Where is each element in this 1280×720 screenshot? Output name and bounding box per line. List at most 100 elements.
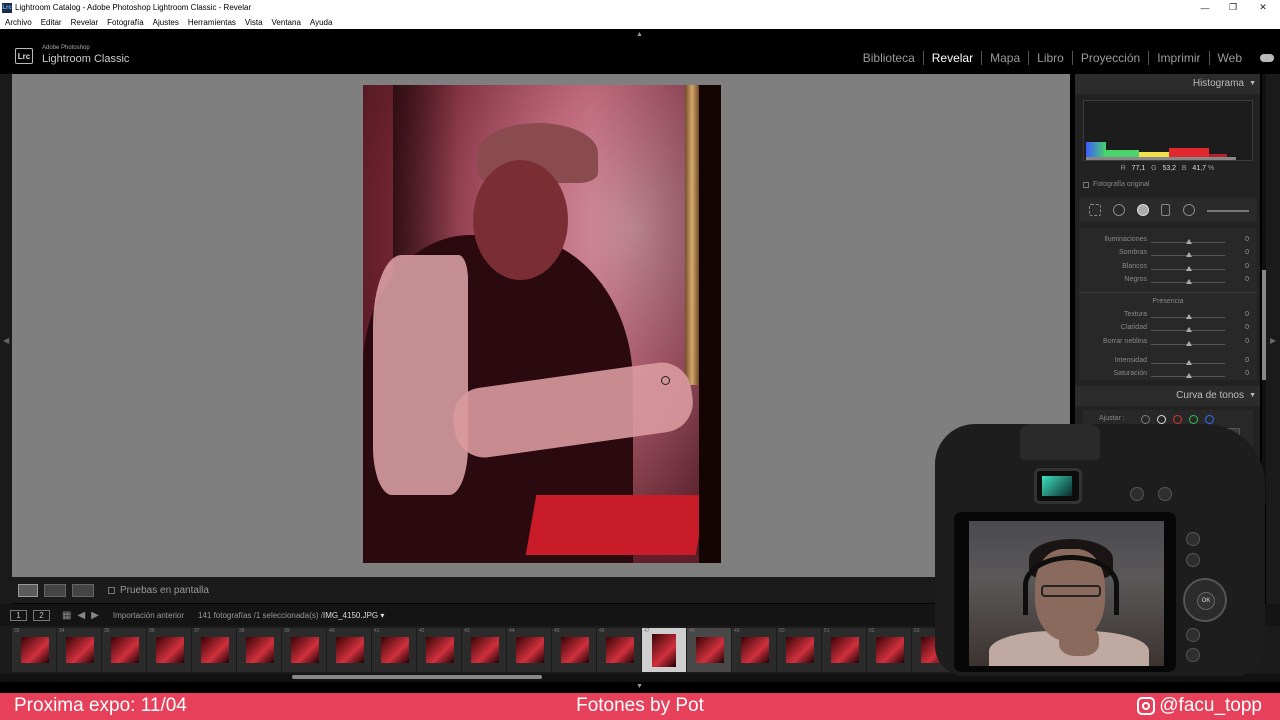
histogram-graph[interactable] [1083, 100, 1253, 161]
menu-ajustes[interactable]: Ajustes [153, 18, 179, 27]
left-panel-gutter[interactable]: ◀ [0, 74, 12, 604]
collapse-triangle-icon[interactable]: ▼ [1249, 386, 1256, 406]
collapse-triangle-icon[interactable]: ▼ [1249, 74, 1256, 94]
filmstrip-source[interactable]: Importación anterior [113, 611, 184, 620]
tone-curve-header[interactable]: Curva de tonos ▼ [1075, 386, 1260, 406]
adjust-slider-row[interactable]: Blancos 0 [1079, 263, 1257, 275]
right-panel-scrollbar[interactable] [1262, 74, 1266, 504]
menu-archivo[interactable]: Archivo [5, 18, 32, 27]
green-channel-icon[interactable] [1189, 415, 1198, 424]
filmstrip-thumbnail[interactable]: 39 [282, 628, 326, 672]
filmstrip-thumbnail[interactable]: 45 [552, 628, 596, 672]
adjust-slider-row[interactable]: Intensidad 0 [1079, 357, 1257, 369]
filmstrip-thumbnail[interactable]: 52 [867, 628, 911, 672]
menu-ventana[interactable]: Ventana [272, 18, 301, 27]
crop-icon[interactable] [1089, 204, 1101, 216]
grid-view-icon[interactable]: ▦ [62, 610, 71, 621]
monitor-2-button[interactable]: 2 [33, 609, 50, 621]
loupe-view-button[interactable] [18, 583, 38, 597]
adjust-slider-row[interactable]: Saturación 0 [1079, 370, 1257, 382]
filmstrip-thumbnail[interactable]: 50 [777, 628, 821, 672]
adjust-slider-row[interactable]: Iluminaciones 0 [1079, 236, 1257, 248]
menu-vista[interactable]: Vista [245, 18, 263, 27]
menu-herramientas[interactable]: Herramientas [188, 18, 236, 27]
filmstrip-thumbnail[interactable]: 37 [192, 628, 236, 672]
graduated-filter-icon[interactable] [1161, 204, 1170, 216]
filmstrip-thumbnail[interactable]: 48 [687, 628, 731, 672]
module-proyeccion[interactable]: Proyección [1073, 51, 1150, 65]
bottom-panel-toggle-icon[interactable]: ▼ [636, 683, 643, 690]
module-imprimir[interactable]: Imprimir [1149, 51, 1210, 65]
slider-value[interactable]: 0 [1245, 263, 1249, 270]
slider-value[interactable]: 0 [1245, 324, 1249, 331]
filmstrip-thumbnail[interactable]: 34 [57, 628, 101, 672]
original-photo-toggle[interactable]: Fotografía original [1083, 181, 1149, 188]
slider-value[interactable]: 0 [1245, 236, 1249, 243]
menu-ayuda[interactable]: Ayuda [310, 18, 333, 27]
slider-thumb[interactable] [1186, 341, 1192, 346]
adjust-slider-row[interactable]: Sombras 0 [1079, 249, 1257, 261]
filmstrip-thumbnail[interactable]: 33 [12, 628, 56, 672]
menu-revelar[interactable]: Revelar [71, 18, 99, 27]
filmstrip-thumbnail[interactable]: 49 [732, 628, 776, 672]
module-mapa[interactable]: Mapa [982, 51, 1030, 65]
original-checkbox[interactable] [1083, 181, 1089, 188]
slider-thumb[interactable] [1186, 266, 1192, 271]
filmstrip-thumbnail[interactable]: 35 [102, 628, 146, 672]
red-channel-icon[interactable] [1173, 415, 1182, 424]
filmstrip-thumbnail[interactable]: 40 [327, 628, 371, 672]
right-panel-toggle-icon[interactable]: ▶ [1270, 336, 1276, 345]
right-panel-gutter[interactable]: ▶ [1266, 74, 1280, 604]
back-arrow-icon[interactable]: ◀ [77, 610, 85, 621]
slider-thumb[interactable] [1186, 360, 1192, 365]
maximize-button[interactable]: ❐ [1220, 0, 1246, 15]
filmstrip-thumbnail[interactable]: 41 [372, 628, 416, 672]
adjust-slider-row[interactable]: Claridad 0 [1079, 324, 1257, 336]
minimize-button[interactable]: — [1192, 0, 1218, 15]
filmstrip-thumbnail[interactable]: 43 [462, 628, 506, 672]
parametric-curve-icon[interactable] [1141, 415, 1150, 424]
slider-thumb[interactable] [1186, 314, 1192, 319]
yy-compare-button[interactable] [72, 583, 94, 597]
slider-thumb[interactable] [1186, 239, 1192, 244]
slider-value[interactable]: 0 [1245, 249, 1249, 256]
filmstrip-scroll-thumb[interactable] [292, 675, 542, 679]
slider-value[interactable]: 0 [1245, 338, 1249, 345]
radial-filter-icon[interactable] [1183, 204, 1195, 216]
before-after-button[interactable] [44, 583, 66, 597]
slider-thumb[interactable] [1186, 373, 1192, 378]
filmstrip-thumbnail[interactable]: 47 [642, 628, 686, 672]
brush-slider[interactable] [1207, 210, 1249, 212]
slider-thumb[interactable] [1186, 327, 1192, 332]
adjust-slider-row[interactable]: Textura 0 [1079, 311, 1257, 323]
slider-value[interactable]: 0 [1245, 276, 1249, 283]
menu-editar[interactable]: Editar [41, 18, 62, 27]
slider-value[interactable]: 0 [1245, 357, 1249, 364]
histogram-header[interactable]: Histograma ▼ [1075, 74, 1260, 94]
module-libro[interactable]: Libro [1029, 51, 1073, 65]
blue-channel-icon[interactable] [1205, 415, 1214, 424]
cloud-sync-icon[interactable] [1260, 54, 1274, 62]
slider-thumb[interactable] [1186, 279, 1192, 284]
left-panel-toggle-icon[interactable]: ◀ [3, 336, 9, 345]
filmstrip-thumbnail[interactable]: 36 [147, 628, 191, 672]
monitor-1-button[interactable]: 1 [10, 609, 27, 621]
close-button[interactable]: ✕ [1250, 0, 1276, 15]
spot-removal-icon[interactable] [1113, 204, 1125, 216]
module-web[interactable]: Web [1210, 51, 1250, 65]
forward-arrow-icon[interactable]: ▶ [91, 610, 99, 621]
slider-thumb[interactable] [1186, 252, 1192, 257]
filmstrip-thumbnail[interactable]: 38 [237, 628, 281, 672]
slider-value[interactable]: 0 [1245, 311, 1249, 318]
module-biblioteca[interactable]: Biblioteca [855, 51, 924, 65]
filmstrip-thumbnail[interactable]: 51 [822, 628, 866, 672]
right-panel-scroll-thumb[interactable] [1262, 270, 1266, 380]
point-curve-icon[interactable] [1157, 415, 1166, 424]
filmstrip-filename[interactable]: IMG_4150.JPG ▾ [323, 611, 384, 620]
menu-fotografia[interactable]: Fotografía [107, 18, 143, 27]
filmstrip-thumbnail[interactable]: 42 [417, 628, 461, 672]
top-panel-toggle-icon[interactable]: ▲ [636, 31, 643, 38]
filmstrip-thumbnail[interactable]: 44 [507, 628, 551, 672]
module-revelar[interactable]: Revelar [924, 51, 983, 65]
main-photo[interactable] [363, 85, 721, 563]
